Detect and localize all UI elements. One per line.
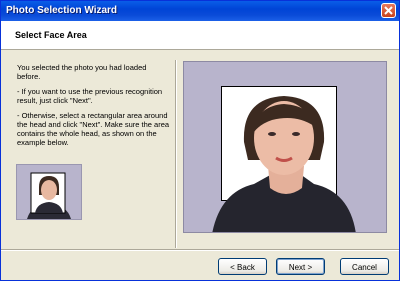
close-icon bbox=[384, 6, 393, 15]
next-button[interactable]: Next > bbox=[276, 258, 325, 275]
instruction-paragraph-2: - If you want to use the previous recogn… bbox=[17, 87, 163, 105]
title-bar[interactable]: Photo Selection Wizard bbox=[1, 1, 399, 21]
photo-canvas[interactable] bbox=[183, 61, 387, 233]
example-thumbnail bbox=[16, 164, 82, 220]
subject-photo bbox=[212, 96, 356, 232]
footer-divider bbox=[1, 249, 399, 251]
cancel-button[interactable]: Cancel bbox=[340, 258, 389, 275]
example-photo bbox=[27, 172, 71, 219]
instruction-paragraph-3: - Otherwise, select a rectangular area a… bbox=[17, 111, 170, 147]
instructions-text: You selected the photo you had loaded be… bbox=[17, 63, 171, 153]
instruction-paragraph-1: You selected the photo you had loaded be… bbox=[17, 63, 147, 81]
vertical-divider bbox=[175, 60, 177, 248]
wizard-header: Select Face Area bbox=[1, 21, 399, 50]
close-button[interactable] bbox=[381, 3, 396, 18]
wizard-window: Photo Selection Wizard Select Face Area … bbox=[0, 0, 400, 281]
window-title: Photo Selection Wizard bbox=[6, 5, 118, 16]
page-title: Select Face Area bbox=[15, 30, 87, 40]
back-button[interactable]: < Back bbox=[218, 258, 267, 275]
